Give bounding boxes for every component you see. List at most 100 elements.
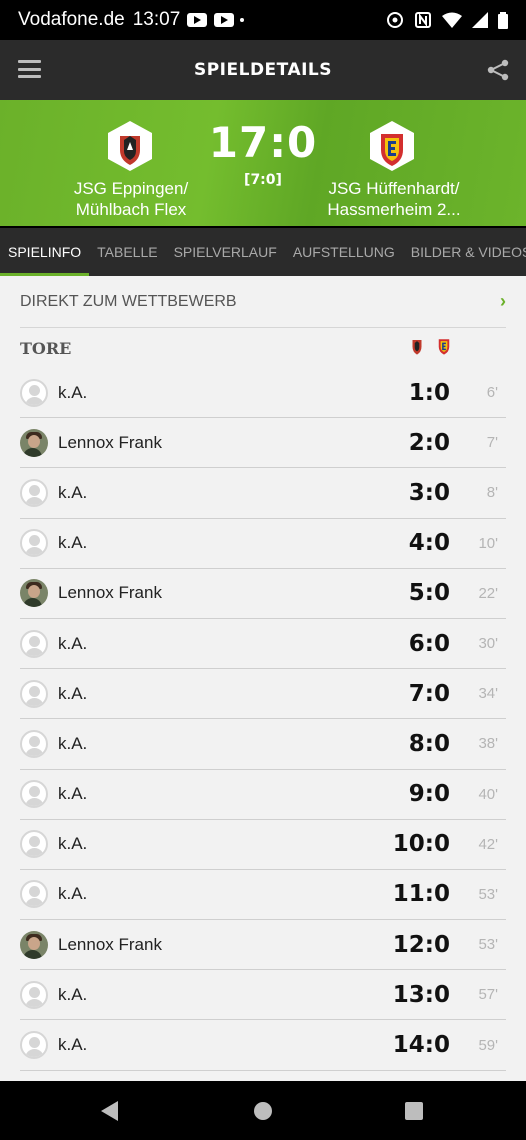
goal-score: 5:0: [408, 580, 450, 607]
goal-minute: 42': [478, 835, 498, 853]
goal-minute: 38': [478, 735, 498, 753]
tab-spielverlauf[interactable]: SPIELVERLAUF: [166, 228, 285, 276]
player-placeholder-icon: [20, 830, 48, 859]
goals-section-title: TORE: [20, 338, 72, 358]
away-team-mini-crest-icon: [438, 339, 450, 355]
away-team-crest-icon[interactable]: [368, 120, 416, 172]
player-placeholder-icon: [20, 629, 48, 658]
goal-score: 1:0: [408, 379, 450, 406]
notification-dot-icon: [240, 18, 245, 22]
player-placeholder-icon: [20, 980, 48, 1009]
match-header: JSG Eppingen/ Mühlbach Flex 17:0 [7:0] J…: [0, 100, 526, 226]
goal-row[interactable]: k.A. 9:0 40': [20, 770, 506, 820]
carrier-name: Vodafone.de: [18, 9, 125, 30]
hotspot-icon: [387, 12, 403, 28]
hamburger-menu-icon[interactable]: [18, 60, 41, 78]
goal-score: 3:0: [408, 479, 450, 506]
goals-list: k.A. 1:0 6' Lennox Frank 2:0 7' k.A. 3:0 8' k.A. 4…: [0, 368, 526, 1081]
goal-minute: 57': [478, 986, 498, 1004]
goal-minute: 34': [478, 685, 498, 703]
goal-scorer: k.A.: [58, 1035, 88, 1055]
goal-scorer: k.A.: [58, 533, 88, 553]
home-team-mini-crest-icon: [412, 340, 422, 355]
nfc-icon: [415, 12, 431, 28]
goal-score: 14:0: [392, 1032, 450, 1059]
goal-scorer: k.A.: [58, 482, 88, 502]
page-title: SPIELDETAILS: [193, 60, 333, 80]
goal-scorer: Lennox Frank: [58, 432, 162, 452]
goal-row[interactable]: k.A. 13:0 57': [20, 970, 506, 1021]
goal-row[interactable]: Lennox Frank15:060': [20, 1071, 506, 1081]
back-icon[interactable]: [101, 1101, 118, 1121]
player-placeholder-icon: [20, 880, 48, 909]
goal-row[interactable]: k.A. 8:0 38': [20, 719, 506, 770]
goal-scorer: k.A.: [58, 834, 88, 854]
player-placeholder-icon: [20, 679, 48, 708]
player-placeholder-icon: [20, 729, 48, 758]
tab-bilder-videos[interactable]: BILDER & VIDEOS: [403, 228, 526, 276]
goal-scorer: k.A.: [58, 884, 88, 904]
player-placeholder-icon: [20, 378, 48, 407]
player-photo: [20, 428, 48, 457]
tab-bar: SPIELINFO TABELLE SPIELVERLAUF AUFSTELLU…: [0, 228, 526, 276]
tab-tabelle[interactable]: TABELLE: [89, 228, 165, 276]
youtube-icon: [214, 13, 235, 27]
wifi-icon: [442, 12, 462, 28]
goal-minute: 53': [478, 936, 498, 954]
goal-minute: 8': [486, 484, 498, 502]
player-placeholder-icon: [20, 478, 48, 507]
goal-score: 9:0: [408, 781, 450, 808]
goal-row[interactable]: Lennox Frank 5:0 22': [20, 569, 506, 619]
goal-row[interactable]: k.A. 4:0 10': [20, 519, 506, 569]
goal-score: 12:0: [392, 931, 450, 958]
player-placeholder-icon: [20, 529, 48, 558]
goal-row[interactable]: k.A. 3:0 8': [20, 468, 506, 519]
signal-icon: [472, 12, 488, 28]
goal-row[interactable]: k.A. 11:0 53': [20, 870, 506, 921]
goal-row[interactable]: k.A. 7:0 34': [20, 669, 506, 720]
goal-row[interactable]: Lennox Frank 2:0 7': [20, 418, 506, 469]
goal-scorer: k.A.: [58, 784, 88, 804]
goal-score: 13:0: [392, 981, 450, 1008]
goal-row[interactable]: k.A. 14:0 59': [20, 1020, 506, 1071]
chevron-right-icon: ›: [500, 291, 506, 311]
goal-minute: 6': [486, 384, 498, 402]
goal-row[interactable]: k.A. 10:0 42': [20, 820, 506, 870]
recent-apps-icon[interactable]: [405, 1102, 423, 1120]
competition-link[interactable]: DIREKT ZUM WETTBEWERB ›: [20, 276, 506, 328]
goal-row[interactable]: k.A. 6:0 30': [20, 619, 506, 670]
share-icon[interactable]: [486, 58, 510, 82]
player-photo: [20, 579, 48, 608]
clock: 13:07: [132, 9, 181, 30]
goal-minute: 7': [486, 434, 498, 452]
goal-scorer: Lennox Frank: [58, 934, 162, 954]
away-team-name[interactable]: JSG Hüffenhardt/ Hassmerheim 2...: [304, 178, 484, 220]
goal-row[interactable]: Lennox Frank 12:0 53': [20, 920, 506, 971]
player-placeholder-icon: [20, 780, 48, 809]
player-placeholder-icon: [20, 1031, 48, 1060]
app-bar: SPIELDETAILS: [0, 40, 526, 100]
goal-minute: 30': [478, 635, 498, 653]
goal-score: 7:0: [408, 680, 450, 707]
goal-score: 11:0: [392, 881, 450, 908]
goal-scorer: k.A.: [58, 733, 88, 753]
goal-minute: 59': [478, 1036, 498, 1054]
goal-score: 8:0: [408, 730, 450, 757]
goal-score: 4:0: [408, 530, 450, 557]
system-navigation-bar: [0, 1081, 526, 1140]
goal-row[interactable]: k.A. 1:0 6': [20, 368, 506, 419]
battery-icon: [498, 11, 508, 29]
goal-scorer: k.A.: [58, 984, 88, 1004]
tab-aufstellung[interactable]: AUFSTELLUNG: [285, 228, 403, 276]
content-area[interactable]: DIREKT ZUM WETTBEWERB › TORE k.A. 1:0 6' Le…: [0, 276, 526, 1081]
goal-scorer: k.A.: [58, 683, 88, 703]
status-bar: Vodafone.de 13:07: [0, 0, 526, 40]
goal-score: 6:0: [408, 630, 450, 657]
goals-section-header: TORE: [0, 328, 526, 368]
tab-spielinfo[interactable]: SPIELINFO: [0, 228, 90, 276]
youtube-icon: [187, 13, 208, 27]
goal-scorer: Lennox Frank: [58, 583, 162, 603]
goal-scorer: k.A.: [58, 382, 88, 402]
goal-scorer: k.A.: [58, 633, 88, 653]
home-icon[interactable]: [254, 1102, 272, 1120]
